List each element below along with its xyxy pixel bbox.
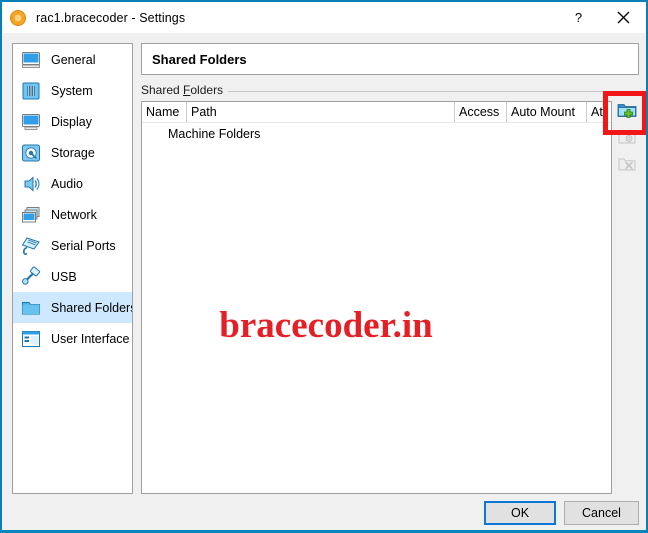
sidebar-item-audio[interactable]: Audio bbox=[13, 168, 132, 199]
ok-button[interactable]: OK bbox=[484, 501, 556, 525]
sidebar-item-label: Audio bbox=[51, 176, 83, 191]
sidebar-item-serial-ports[interactable]: Serial Ports bbox=[13, 230, 132, 261]
sidebar-item-label: General bbox=[51, 52, 96, 67]
group-label-prefix: Shared bbox=[141, 83, 184, 97]
harddisk-icon bbox=[20, 142, 42, 164]
column-header-access[interactable]: Access bbox=[454, 102, 506, 122]
shared-folders-group-label: Shared Folders bbox=[141, 83, 229, 97]
sidebar-item-label: Network bbox=[51, 207, 97, 222]
settings-window: rac1.bracecoder - Settings ? General Sys… bbox=[0, 0, 648, 533]
sidebar-item-network[interactable]: Network bbox=[13, 199, 132, 230]
column-header-auto-mount[interactable]: Auto Mount bbox=[506, 102, 586, 122]
page-title-box: Shared Folders bbox=[141, 43, 639, 75]
settings-category-list[interactable]: General System Display Storage Audio Net… bbox=[12, 43, 133, 494]
window-layout-icon bbox=[20, 328, 42, 350]
shared-folders-toolbar bbox=[615, 101, 639, 177]
folder-edit-icon bbox=[618, 129, 636, 150]
sidebar-item-system[interactable]: System bbox=[13, 75, 132, 106]
add-shared-folder-button[interactable] bbox=[615, 101, 639, 123]
sidebar-item-user-interface[interactable]: User Interface bbox=[13, 323, 132, 354]
sidebar-item-shared-folders[interactable]: Shared Folders bbox=[13, 292, 132, 323]
sidebar-item-label: System bbox=[51, 83, 93, 98]
sidebar-item-label: Serial Ports bbox=[51, 238, 116, 253]
monitor-icon bbox=[20, 49, 42, 71]
cancel-button[interactable]: Cancel bbox=[564, 501, 639, 525]
sidebar-item-storage[interactable]: Storage bbox=[13, 137, 132, 168]
serial-port-icon bbox=[20, 235, 42, 257]
table-header-row: Name Path Access Auto Mount At bbox=[142, 102, 611, 123]
tree-group-machine-folders[interactable]: Machine Folders bbox=[142, 127, 260, 141]
motherboard-icon bbox=[20, 80, 42, 102]
sidebar-item-label: Shared Folders bbox=[51, 300, 133, 315]
speaker-icon bbox=[20, 173, 42, 195]
display-icon bbox=[20, 111, 42, 133]
network-cards-icon bbox=[20, 204, 42, 226]
close-icon[interactable] bbox=[601, 2, 646, 33]
help-button[interactable]: ? bbox=[556, 2, 601, 33]
folder-remove-icon bbox=[618, 156, 636, 177]
sidebar-item-label: Display bbox=[51, 114, 92, 129]
sidebar-item-general[interactable]: General bbox=[13, 44, 132, 75]
column-header-name[interactable]: Name bbox=[142, 102, 186, 122]
column-header-path[interactable]: Path bbox=[186, 102, 454, 122]
sidebar-item-label: Storage bbox=[51, 145, 95, 160]
virtualbox-icon bbox=[8, 8, 28, 28]
window-title: rac1.bracecoder - Settings bbox=[36, 10, 186, 25]
sidebar-item-label: USB bbox=[51, 269, 77, 284]
column-header-at[interactable]: At bbox=[586, 102, 611, 122]
group-label-suffix: olders bbox=[190, 83, 224, 97]
folder-icon bbox=[20, 297, 42, 319]
shared-folders-table[interactable]: Name Path Access Auto Mount At Machine F… bbox=[141, 101, 612, 494]
usb-plug-icon bbox=[20, 266, 42, 288]
sidebar-item-display[interactable]: Display bbox=[13, 106, 132, 137]
folder-add-icon bbox=[617, 101, 637, 124]
edit-shared-folder-button bbox=[615, 128, 639, 150]
sidebar-item-usb[interactable]: USB bbox=[13, 261, 132, 292]
table-row[interactable]: Machine Folders bbox=[142, 123, 611, 144]
remove-shared-folder-button bbox=[615, 155, 639, 177]
sidebar-item-label: User Interface bbox=[51, 331, 130, 346]
title-bar: rac1.bracecoder - Settings ? bbox=[2, 2, 646, 33]
page-title: Shared Folders bbox=[152, 51, 247, 67]
